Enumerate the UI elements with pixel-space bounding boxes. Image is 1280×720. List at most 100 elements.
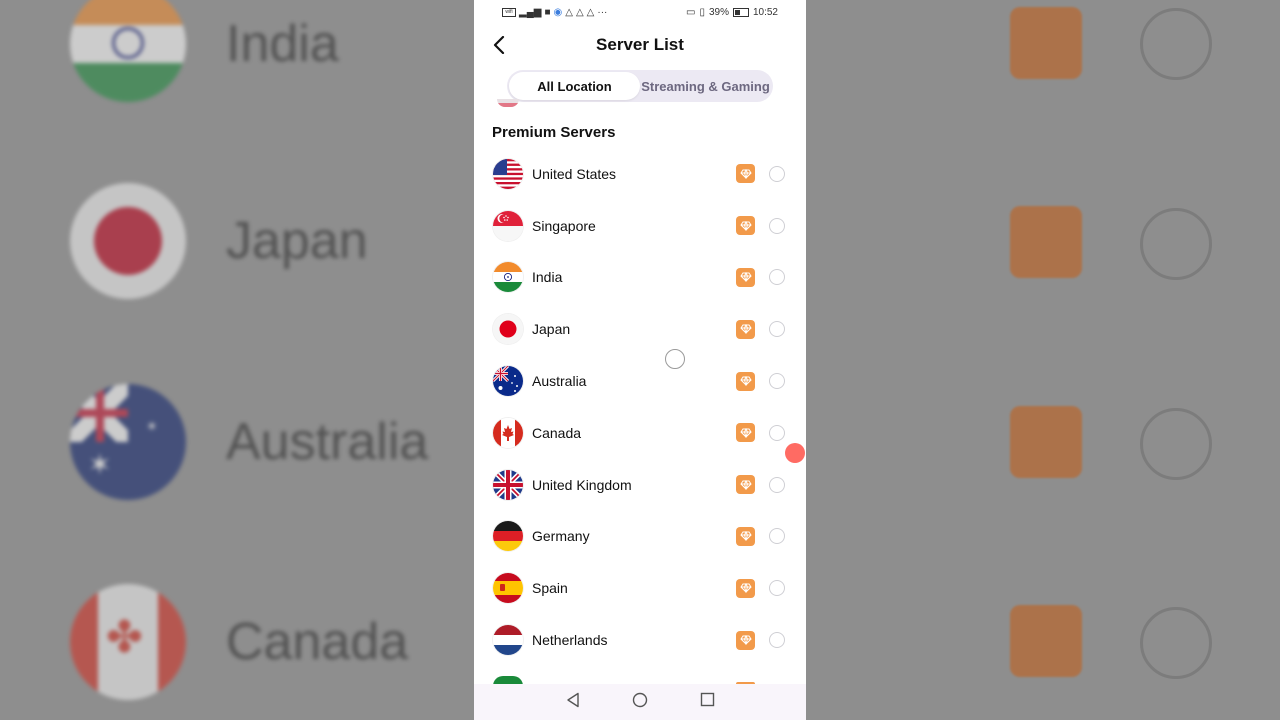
tab-all-location[interactable]: All Location bbox=[509, 72, 640, 100]
wifi-icon: wifi bbox=[502, 7, 516, 17]
server-name: Singapore bbox=[532, 217, 596, 234]
bg-radio bbox=[1140, 607, 1212, 679]
more-indicator: ··· bbox=[597, 6, 608, 18]
server-radio[interactable] bbox=[769, 217, 785, 234]
server-row-united-kingdom[interactable]: United Kingdom bbox=[474, 459, 806, 511]
server-name: Netherlands bbox=[532, 632, 608, 649]
back-button[interactable] bbox=[486, 32, 512, 58]
server-row-singapore[interactable]: Singapore bbox=[474, 200, 806, 252]
flag-jp-icon bbox=[493, 314, 523, 345]
server-radio[interactable] bbox=[769, 424, 785, 441]
page-title: Server List bbox=[596, 35, 684, 54]
server-radio[interactable] bbox=[769, 632, 785, 649]
bg-diamond-icon bbox=[1010, 7, 1082, 79]
bg-diamond-icon bbox=[1010, 605, 1082, 677]
server-name: United States bbox=[532, 165, 617, 182]
section-title: Premium Servers bbox=[492, 124, 616, 141]
vibrate-icon: ▯ bbox=[699, 6, 705, 18]
status-bar: wifi ▂▄▆ ■ ◉ △ △ △ ··· ▭ ▯ 39% 10:52 bbox=[474, 0, 806, 24]
header: Server List bbox=[474, 24, 806, 66]
server-row-united-states[interactable]: United States bbox=[474, 148, 806, 200]
bg-flag-india bbox=[70, 0, 186, 102]
touch-indicator bbox=[665, 349, 685, 369]
server-radio[interactable] bbox=[769, 373, 785, 390]
server-name: India bbox=[532, 269, 563, 286]
nav-back-button[interactable] bbox=[566, 692, 580, 713]
triangle-back-icon bbox=[566, 692, 579, 707]
chevron-left-icon bbox=[493, 36, 505, 54]
bg-label: Japan bbox=[226, 212, 368, 270]
premium-diamond-icon bbox=[736, 630, 755, 650]
server-name: United Kingdom bbox=[532, 476, 632, 493]
bg-flag-canada: ✤ bbox=[70, 584, 186, 700]
server-radio[interactable] bbox=[769, 580, 785, 597]
premium-diamond-icon bbox=[736, 164, 755, 184]
premium-diamond-icon bbox=[736, 423, 755, 443]
server-row-india[interactable]: India bbox=[474, 252, 806, 304]
square-recents-icon bbox=[700, 692, 714, 707]
camera-icon: ■ bbox=[544, 6, 551, 18]
server-radio[interactable] bbox=[769, 476, 785, 493]
tab-bar: All Location Streaming & Gaming bbox=[507, 70, 773, 102]
bg-radio bbox=[1140, 8, 1212, 80]
server-radio[interactable] bbox=[769, 269, 785, 286]
navigation-bar bbox=[474, 684, 806, 720]
premium-diamond-icon bbox=[736, 371, 755, 391]
server-row-japan[interactable]: Japan bbox=[474, 303, 806, 355]
premium-diamond-icon bbox=[736, 578, 755, 598]
battery-percent: 39% bbox=[708, 6, 729, 18]
list-item-partial bbox=[497, 99, 519, 107]
flag-au-icon bbox=[493, 366, 523, 397]
screen-record-indicator-icon[interactable] bbox=[785, 443, 805, 463]
clock: 10:52 bbox=[752, 6, 778, 18]
bg-row-canada: ✤ Canada bbox=[70, 584, 408, 700]
server-list: United States Singapore India Japan Aust… bbox=[474, 148, 806, 666]
flag-nl-icon bbox=[493, 625, 523, 656]
flag-sg-icon bbox=[493, 210, 523, 241]
warning-icon: △ bbox=[565, 6, 573, 18]
warning-icon: △ bbox=[586, 6, 595, 18]
bg-label: India bbox=[226, 15, 339, 73]
status-right: ▭ ▯ 39% 10:52 bbox=[686, 7, 778, 18]
warning-icon: △ bbox=[575, 6, 584, 18]
flag-es-icon bbox=[493, 573, 523, 604]
premium-diamond-icon bbox=[736, 319, 755, 339]
server-radio[interactable] bbox=[769, 165, 785, 182]
premium-diamond-icon bbox=[736, 526, 755, 546]
server-row-netherlands[interactable]: Netherlands bbox=[474, 614, 806, 666]
tab-streaming-gaming[interactable]: Streaming & Gaming bbox=[640, 72, 771, 100]
server-radio[interactable] bbox=[769, 528, 785, 545]
nav-recents-button[interactable] bbox=[700, 692, 715, 712]
flag-in-icon bbox=[493, 262, 523, 293]
battery-icon bbox=[732, 7, 749, 17]
signal-icon: ▂▄▆ bbox=[519, 6, 542, 18]
server-name: Japan bbox=[532, 321, 571, 338]
circle-home-icon bbox=[632, 692, 647, 707]
flag-ca-icon bbox=[493, 417, 523, 448]
bg-radio bbox=[1140, 208, 1212, 280]
server-name: Germany bbox=[532, 528, 590, 545]
bg-row-japan: Japan bbox=[70, 183, 368, 299]
server-radio[interactable] bbox=[769, 321, 785, 338]
premium-diamond-icon bbox=[736, 475, 755, 495]
bg-radio bbox=[1140, 408, 1212, 480]
bg-flag-australia: ✶ ✶ bbox=[70, 384, 186, 500]
server-row-germany[interactable]: Germany bbox=[474, 511, 806, 563]
bg-label: Australia bbox=[226, 413, 429, 471]
server-name: Canada bbox=[532, 424, 582, 441]
bg-flag-japan bbox=[70, 183, 186, 299]
premium-diamond-icon bbox=[736, 267, 755, 287]
cast-icon: ▭ bbox=[685, 6, 696, 18]
flag-gb-icon bbox=[493, 469, 523, 500]
server-row-canada[interactable]: Canada bbox=[474, 407, 806, 459]
flag-de-icon bbox=[493, 521, 523, 552]
server-row-spain[interactable]: Spain bbox=[474, 562, 806, 614]
record-icon: ◉ bbox=[553, 6, 563, 18]
bg-diamond-icon bbox=[1010, 206, 1082, 278]
server-row-australia[interactable]: Australia bbox=[474, 355, 806, 407]
flag-us-icon bbox=[493, 158, 523, 189]
bg-diamond-icon bbox=[1010, 406, 1082, 478]
nav-home-button[interactable] bbox=[632, 692, 648, 713]
bg-row-australia: ✶ ✶ Australia bbox=[70, 384, 428, 500]
premium-diamond-icon bbox=[736, 216, 755, 236]
